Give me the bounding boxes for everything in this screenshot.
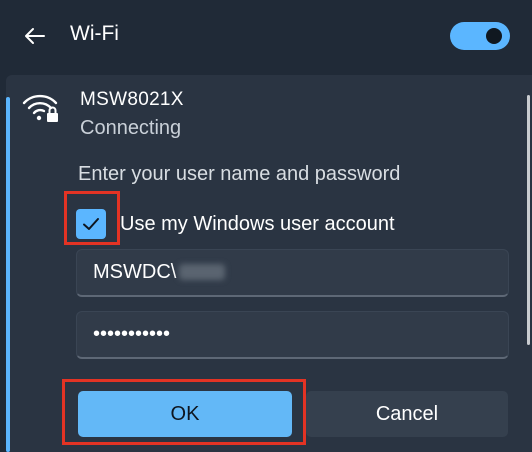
toggle-knob	[486, 28, 502, 44]
header: Wi-Fi	[0, 0, 532, 72]
cancel-button[interactable]: Cancel	[306, 391, 508, 437]
back-arrow-icon[interactable]	[20, 22, 48, 50]
ok-button[interactable]: OK	[78, 391, 292, 437]
wifi-toggle[interactable]	[450, 22, 510, 50]
network-panel: MSW8021X Connecting Enter your user name…	[6, 75, 532, 452]
username-input[interactable]	[93, 258, 493, 286]
page-title: Wi-Fi	[70, 22, 119, 45]
connection-status: Connecting	[80, 117, 182, 139]
use-windows-account-checkbox[interactable]	[76, 209, 106, 239]
redacted-username	[179, 264, 225, 280]
network-name: MSW8021X	[80, 89, 184, 110]
username-field[interactable]	[76, 249, 509, 297]
scrollbar[interactable]	[527, 95, 530, 345]
selection-accent-bar	[6, 97, 10, 452]
credentials-prompt: Enter your user name and password	[78, 163, 401, 185]
password-input[interactable]	[93, 320, 493, 348]
checkmark-icon	[83, 218, 99, 230]
use-windows-account-label[interactable]: Use my Windows user account	[120, 213, 395, 236]
password-field[interactable]	[76, 311, 509, 359]
wifi-secured-icon	[22, 94, 58, 122]
